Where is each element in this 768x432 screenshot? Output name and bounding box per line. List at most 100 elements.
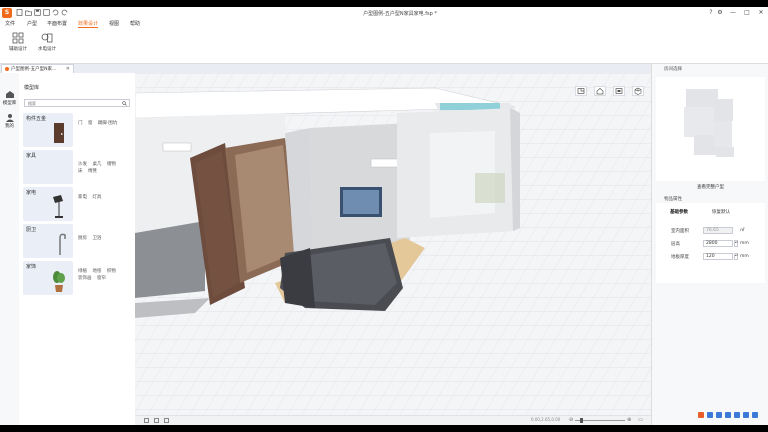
rail-model-library[interactable]: 模型库 xyxy=(0,90,19,106)
category-name: 厨卫 xyxy=(26,227,37,233)
tray-icon-1[interactable] xyxy=(707,412,713,418)
right-panel: 查看完整户型 物品属性 基础参数 恢复默认 室内面积 76.65 ㎡ 层高 28… xyxy=(651,73,768,425)
category-links: 绿植 地毯 织物 装饰画 窗帘 xyxy=(78,268,120,282)
category-card-furniture[interactable]: 家具 xyxy=(23,150,73,184)
indoor-area-field: 76.65 xyxy=(703,227,733,234)
app-window: S 户型图例-五户型N家具家电.fsp * ? ⚙ — □ ✕ 文件 户型 平面… xyxy=(0,7,768,425)
floor-thickness-field[interactable]: 120 xyxy=(703,253,733,260)
link-kitchen[interactable]: 厨房 xyxy=(78,236,87,241)
app-logo-icon: S xyxy=(2,8,12,18)
new-file-icon[interactable] xyxy=(16,9,23,16)
perspective-view-button[interactable] xyxy=(594,86,606,96)
floorplan-thumbnail[interactable] xyxy=(656,77,765,181)
link-lighting[interactable]: 灯具 xyxy=(92,195,101,200)
menu-effect-design[interactable]: 效果设计 xyxy=(78,20,99,28)
menu-floorplan[interactable]: 户型 xyxy=(27,20,37,27)
library-search xyxy=(24,99,130,107)
plumbing-electric-icon xyxy=(41,33,53,43)
link-sofa[interactable]: 沙发 xyxy=(78,162,87,167)
restore-default-button[interactable]: 恢复默认 xyxy=(712,209,730,215)
category-card-hardware[interactable]: 构件五金 xyxy=(23,113,73,147)
category-card-decor[interactable]: 家饰 xyxy=(23,261,73,295)
3d-cube-view-button[interactable] xyxy=(632,86,644,96)
category-name: 构件五金 xyxy=(26,116,47,122)
properties-title: 物品属性 xyxy=(664,197,682,202)
3d-scene[interactable] xyxy=(135,73,651,425)
model-library-panel: 模型库 构件五金 门 窗 踢脚·围坑 家具 xyxy=(19,73,136,425)
category-name: 家具 xyxy=(26,153,37,159)
window-title: 户型图例-五户型N家具家电.fsp * xyxy=(363,11,437,17)
layout-icon-2[interactable] xyxy=(154,418,159,423)
link-fabrics[interactable]: 织物 xyxy=(107,269,116,274)
menu-layout[interactable]: 平面布置 xyxy=(47,20,67,27)
search-icon[interactable] xyxy=(122,101,127,106)
save-as-icon[interactable] xyxy=(43,9,50,16)
category-card-kitchen-bath[interactable]: 厨卫 xyxy=(23,224,73,258)
tab-basic-params[interactable]: 基础参数 xyxy=(670,209,688,215)
menu-view[interactable]: 视图 xyxy=(109,20,119,27)
category-links: 门 窗 踢脚·围坑 xyxy=(78,120,121,127)
zoom-out-icon[interactable]: ⊖ xyxy=(569,417,573,423)
close-button[interactable]: ✕ xyxy=(757,9,765,17)
category-card-appliance[interactable]: 家电 xyxy=(23,187,73,221)
link-appliance[interactable]: 家电 xyxy=(78,195,87,200)
layout-icon-3[interactable] xyxy=(164,418,169,423)
link-baseboard[interactable]: 踢脚·围坑 xyxy=(98,121,117,126)
link-chair[interactable]: 椅凳 xyxy=(88,169,97,174)
zoom-slider-thumb[interactable] xyxy=(580,418,583,423)
category-name: 家饰 xyxy=(26,264,37,270)
category-decor: 家饰 绿植 地毯 织物 装饰画 窗帘 xyxy=(23,261,133,295)
menu-help[interactable]: 帮助 xyxy=(130,20,140,27)
rail-my-items[interactable]: 我的 xyxy=(0,113,19,129)
maximize-button[interactable]: □ xyxy=(743,9,751,17)
tray-icon-2[interactable] xyxy=(716,412,722,418)
save-icon[interactable] xyxy=(34,9,41,16)
link-plants[interactable]: 绿植 xyxy=(78,269,87,274)
floor-height-label: 层高 xyxy=(671,242,680,247)
tray-icon-3[interactable] xyxy=(725,412,731,418)
link-window[interactable]: 窗 xyxy=(88,121,93,126)
layout-icon-1[interactable] xyxy=(144,418,149,423)
frame-view-icon xyxy=(615,88,623,94)
minimize-button[interactable]: — xyxy=(729,9,737,17)
link-table[interactable]: 桌几 xyxy=(92,162,101,167)
undo-icon[interactable] xyxy=(52,9,59,16)
walkthrough-view-button[interactable] xyxy=(613,86,625,96)
view-full-floorplan-button[interactable]: 查看完整户型 xyxy=(656,184,765,192)
floorplan-view-button[interactable] xyxy=(575,86,587,96)
open-folder-icon[interactable] xyxy=(25,9,32,16)
document-icon xyxy=(5,67,9,71)
link-door[interactable]: 门 xyxy=(78,121,83,126)
assist-design-button[interactable]: 辅助设计 xyxy=(5,32,31,52)
menu-bar: 文件 户型 平面布置 效果设计 视图 帮助 xyxy=(0,19,768,28)
floor-height-field[interactable]: 2800 xyxy=(703,240,733,247)
input-method-icon[interactable] xyxy=(698,412,704,418)
redo-icon[interactable] xyxy=(61,9,68,16)
link-bathroom[interactable]: 卫浴 xyxy=(92,236,101,241)
menu-file[interactable]: 文件 xyxy=(5,20,15,27)
floor-height-stepper[interactable]: ▴▾ xyxy=(734,240,738,247)
document-tab[interactable]: 户型图例-五户型N家... ✕ xyxy=(1,64,74,73)
tray-icon-5[interactable] xyxy=(743,412,749,418)
link-curtains[interactable]: 窗帘 xyxy=(97,276,106,281)
plumbing-electric-button[interactable]: 水电设计 xyxy=(34,32,60,52)
link-bed[interactable]: 床 xyxy=(78,169,83,174)
zoom-in-icon[interactable]: ⊕ xyxy=(627,417,631,423)
link-rugs[interactable]: 地毯 xyxy=(92,269,101,274)
close-tab-icon[interactable]: ✕ xyxy=(66,66,70,72)
floorplan-minimap[interactable] xyxy=(656,77,765,181)
search-input[interactable] xyxy=(25,100,118,106)
3d-viewport[interactable]: 0.00,2.65,0.00 ⊖ ⊕ ▭ xyxy=(135,73,651,425)
fit-view-icon[interactable]: ▭ xyxy=(638,417,643,423)
category-kitchen-bath: 厨卫 厨房 卫浴 xyxy=(23,224,133,258)
tray-icon-6[interactable] xyxy=(752,412,758,418)
title-bar: S 户型图例-五户型N家具家电.fsp * ? ⚙ — □ ✕ xyxy=(0,7,768,19)
category-appliance: 家电 家电 灯具 xyxy=(23,187,133,221)
assist-design-icon xyxy=(12,32,24,44)
tray-icon-4[interactable] xyxy=(734,412,740,418)
floor-thickness-stepper[interactable]: ▴▾ xyxy=(734,253,738,260)
link-paintings[interactable]: 装饰画 xyxy=(78,276,92,281)
link-storage[interactable]: 储物 xyxy=(107,162,116,167)
help-button[interactable]: ? xyxy=(707,9,715,17)
settings-icon[interactable]: ⚙ xyxy=(716,9,724,17)
